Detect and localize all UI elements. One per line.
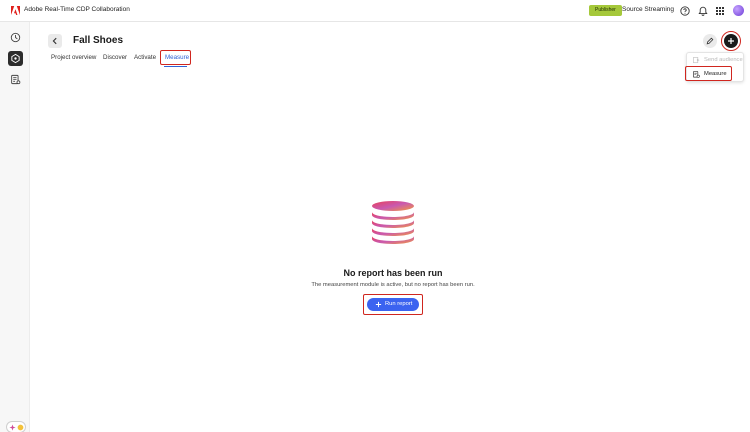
source-streaming-label[interactable]: Source Streaming bbox=[622, 6, 674, 13]
database-icon bbox=[372, 201, 414, 244]
assistant-pill[interactable] bbox=[6, 421, 26, 432]
tab-project-overview[interactable]: Project overview bbox=[51, 54, 96, 61]
send-audience-icon bbox=[693, 57, 700, 64]
pencil-icon bbox=[706, 37, 714, 45]
top-bar: Adobe Real-Time CDP Collaboration Publis… bbox=[0, 0, 750, 22]
plus-icon bbox=[728, 38, 734, 44]
empty-state-title: No report has been run bbox=[343, 268, 443, 278]
edit-button[interactable] bbox=[703, 34, 717, 48]
app-switcher-icon[interactable] bbox=[715, 6, 725, 16]
tab-activate[interactable]: Activate bbox=[134, 54, 156, 61]
adobe-logo-icon[interactable] bbox=[11, 6, 20, 15]
back-button[interactable] bbox=[48, 34, 62, 48]
page-title: Fall Shoes bbox=[73, 35, 124, 46]
collaboration-icon bbox=[11, 53, 20, 64]
user-avatar[interactable] bbox=[733, 5, 744, 16]
bell-icon[interactable] bbox=[698, 6, 708, 16]
rail-item-reports[interactable] bbox=[8, 72, 23, 87]
menu-item-measure-highlight bbox=[685, 66, 732, 81]
chevron-left-icon bbox=[52, 37, 57, 45]
rail-item-history[interactable] bbox=[8, 30, 23, 45]
add-button[interactable] bbox=[724, 34, 738, 48]
app-title: Adobe Real-Time CDP Collaboration bbox=[24, 6, 130, 13]
run-report-highlight bbox=[363, 294, 423, 315]
report-icon bbox=[11, 74, 21, 85]
clock-icon bbox=[10, 32, 21, 43]
tab-measure-highlight bbox=[160, 50, 191, 65]
empty-state-description: The measurement module is active, but no… bbox=[311, 282, 475, 288]
publisher-badge: Publisher bbox=[589, 5, 622, 16]
menu-item-label: Send audience bbox=[704, 57, 743, 63]
help-icon[interactable] bbox=[680, 6, 690, 16]
rail-item-collaboration[interactable] bbox=[8, 51, 23, 66]
active-tab-indicator bbox=[164, 66, 187, 67]
sparkle-icon bbox=[9, 424, 16, 431]
tab-discover[interactable]: Discover bbox=[103, 54, 127, 61]
emoji-icon bbox=[17, 424, 24, 431]
left-rail bbox=[0, 22, 30, 432]
